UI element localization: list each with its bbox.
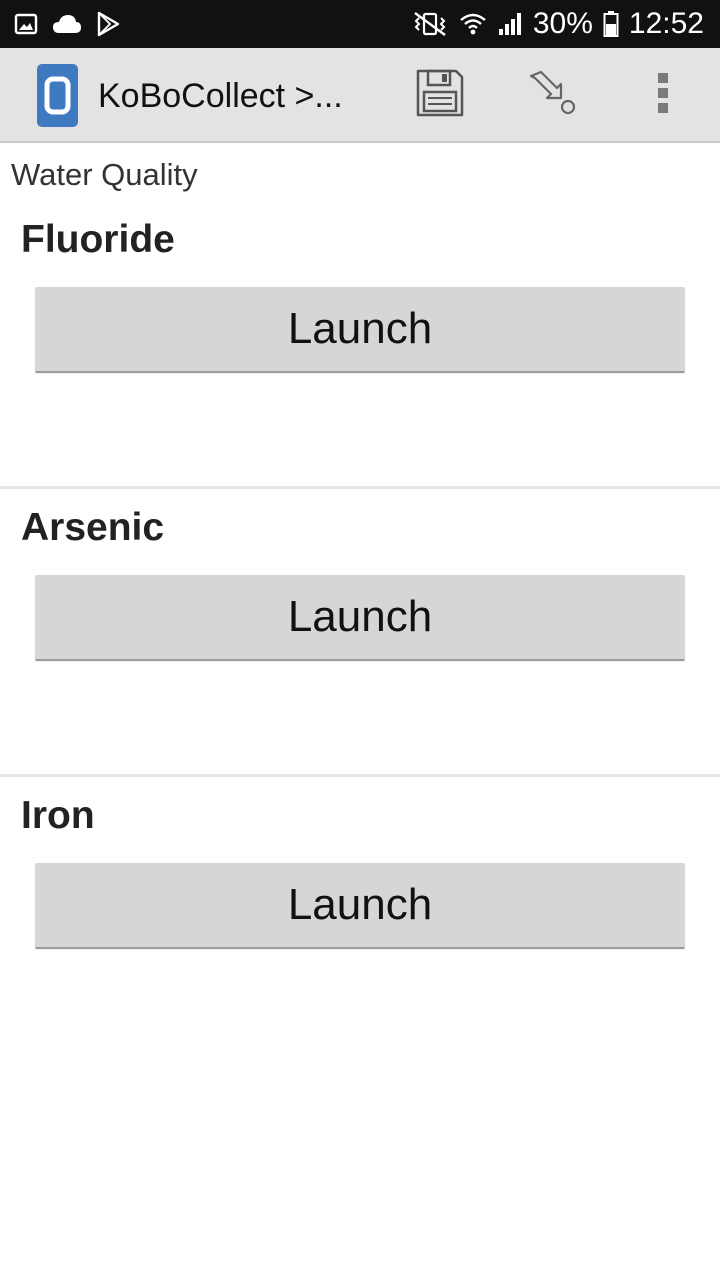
go-to-prompt-button[interactable] — [520, 48, 584, 143]
action-bar: KoBoCollect >... — [0, 48, 720, 143]
battery-icon — [603, 10, 619, 38]
wifi-icon — [459, 11, 487, 37]
image-icon — [14, 12, 38, 36]
overflow-menu-icon — [656, 71, 670, 120]
launch-button-fluoride[interactable]: Launch — [35, 287, 685, 373]
app-title: KoBoCollect >... — [98, 77, 343, 115]
status-bar: 30% 12:52 — [0, 0, 720, 48]
kobocollect-app-icon — [37, 64, 78, 127]
status-bar-system: 30% 12:52 — [411, 0, 704, 48]
signal-icon — [497, 11, 523, 37]
overflow-menu-button[interactable] — [640, 48, 686, 143]
play-store-icon — [96, 11, 120, 37]
group-title: Water Quality — [11, 157, 198, 192]
question-divider — [0, 486, 720, 489]
status-bar-notifications — [14, 0, 120, 48]
question-label: Fluoride — [21, 218, 175, 261]
launch-button-arsenic[interactable]: Launch — [35, 575, 685, 661]
save-icon — [415, 68, 465, 123]
clock: 12:52 — [628, 7, 704, 40]
question-label: Arsenic — [21, 506, 165, 549]
go-to-icon — [527, 68, 577, 123]
launch-button-iron[interactable]: Launch — [35, 863, 685, 949]
question-label: Iron — [21, 794, 95, 837]
save-button[interactable] — [408, 48, 472, 143]
battery-percent: 30% — [532, 7, 593, 40]
vibrate-mute-icon — [411, 11, 449, 37]
cloud-icon — [52, 13, 82, 35]
question-divider — [0, 774, 720, 777]
